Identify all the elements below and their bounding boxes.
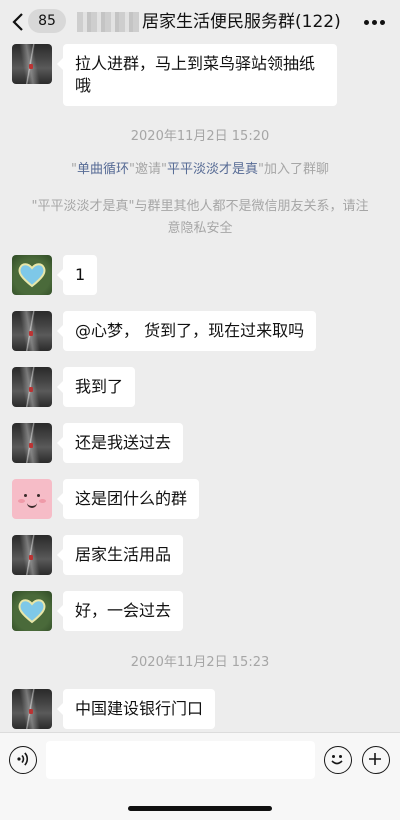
input-toolbar [0,732,400,820]
join-text: "邀请" [129,162,167,177]
message-bubble[interactable]: 1 [56,255,98,295]
avatar[interactable] [12,423,52,463]
avatar[interactable] [12,689,52,729]
privacy-notice: "平平淡淡才是真"与群里其他人都不是微信朋友关系，请注意隐私安全 [30,196,370,240]
chat-title: 居家生活便民服务群(122) [142,12,341,32]
notice-name: 平平淡淡才是真 [37,199,129,214]
voice-icon[interactable] [9,746,37,774]
avatar[interactable] [12,367,52,407]
avatar[interactable] [12,535,52,575]
message-input[interactable] [46,741,315,779]
avatar[interactable] [12,44,52,84]
chat-header: 85 居家生活便民服务群(122) [0,0,400,44]
message-bubble[interactable]: 居家生活用品 [56,535,184,575]
message-bubble[interactable]: 好，一会过去 [56,591,184,631]
system-join-notice: "单曲循环"邀请"平平淡淡才是真"加入了群聊 [30,159,370,181]
notice-text: "与群里其他人都不是微信朋友关系，请注意隐私安全 [128,199,369,236]
emoji-icon[interactable] [324,746,352,774]
message-bubble[interactable]: 中国建设银行门口 [56,689,216,729]
message-list[interactable]: 拉人进群，马上到菜鸟驿站领抽纸哦 2020年11月2日 15:20 "单曲循环"… [0,44,400,732]
avatar[interactable] [12,591,52,631]
avatar[interactable] [12,479,52,519]
timestamp: 2020年11月2日 15:20 [130,129,270,144]
more-icon[interactable] [364,20,386,26]
message-bubble[interactable]: 还是我送过去 [56,423,184,463]
avatar[interactable] [12,311,52,351]
message-bubble[interactable]: 这是团什么的群 [56,479,200,519]
join-text-end: "加入了群聊 [258,162,329,177]
timestamp: 2020年11月2日 15:23 [130,655,270,670]
unread-count-badge[interactable]: 85 [28,9,66,33]
message-bubble[interactable]: 我到了 [56,367,136,407]
inviter-link[interactable]: 单曲循环 [77,162,129,177]
home-indicator[interactable] [128,806,272,811]
plus-icon[interactable] [362,746,390,774]
redacted-group-name [77,12,139,32]
invitee-link[interactable]: 平平淡淡才是真 [167,162,258,177]
message-bubble[interactable]: @心梦， 货到了，现在过来取吗 [56,311,317,351]
message-bubble[interactable]: 拉人进群，马上到菜鸟驿站领抽纸哦 [57,44,337,106]
avatar[interactable] [12,255,52,295]
